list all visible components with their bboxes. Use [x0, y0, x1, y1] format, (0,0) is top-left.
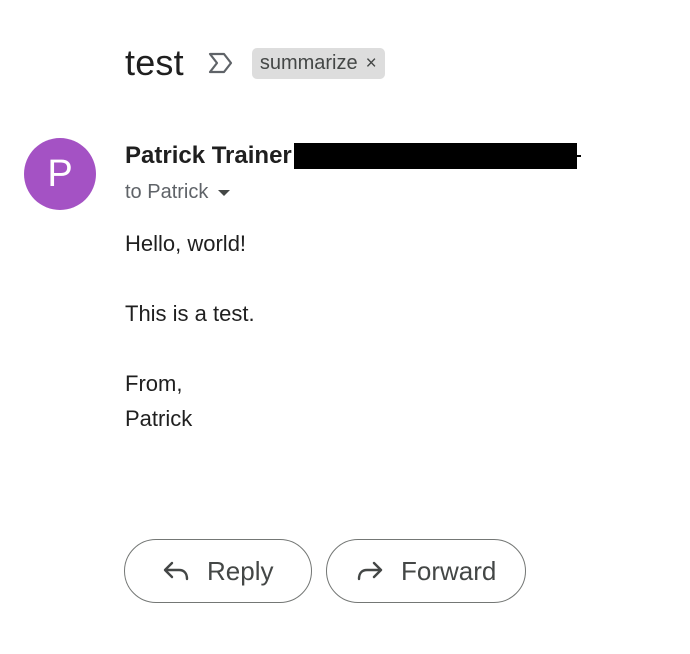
sender-row: Patrick Trainer: [125, 140, 581, 172]
reply-arrow-icon: [161, 558, 191, 584]
redaction-bar: [293, 143, 577, 169]
avatar-letter: P: [47, 152, 73, 195]
body-closing-1: From,: [125, 371, 183, 396]
remove-label-icon[interactable]: ×: [366, 54, 377, 73]
label-chip-text: summarize: [259, 51, 358, 74]
sender-name[interactable]: Patrick Trainer: [125, 142, 292, 170]
reply-button[interactable]: Reply: [124, 539, 312, 603]
recipient-details-toggle[interactable]: to Patrick: [125, 178, 231, 206]
forward-arrow-icon: [355, 558, 385, 584]
avatar[interactable]: P: [24, 138, 96, 210]
label-chip[interactable]: summarize ×: [251, 47, 385, 79]
importance-marker-icon[interactable]: [206, 50, 236, 76]
email-body: Hello, world! This is a test. From, Patr…: [125, 226, 255, 436]
reply-label: Reply: [207, 555, 274, 586]
body-closing-2: Patrick: [125, 406, 193, 431]
chevron-down-icon[interactable]: [218, 190, 231, 196]
email-view: test summarize × P Patrick Trainer to Pa…: [0, 0, 690, 654]
forward-button[interactable]: Forward: [326, 539, 526, 603]
redaction-tail: [576, 155, 581, 157]
subject-row: test summarize ×: [125, 38, 385, 88]
body-greeting: Hello, world!: [125, 231, 247, 256]
forward-label: Forward: [401, 555, 497, 586]
email-subject: test: [125, 42, 184, 83]
recipient-line: to Patrick: [125, 180, 209, 203]
body-line: This is a test.: [125, 301, 255, 326]
